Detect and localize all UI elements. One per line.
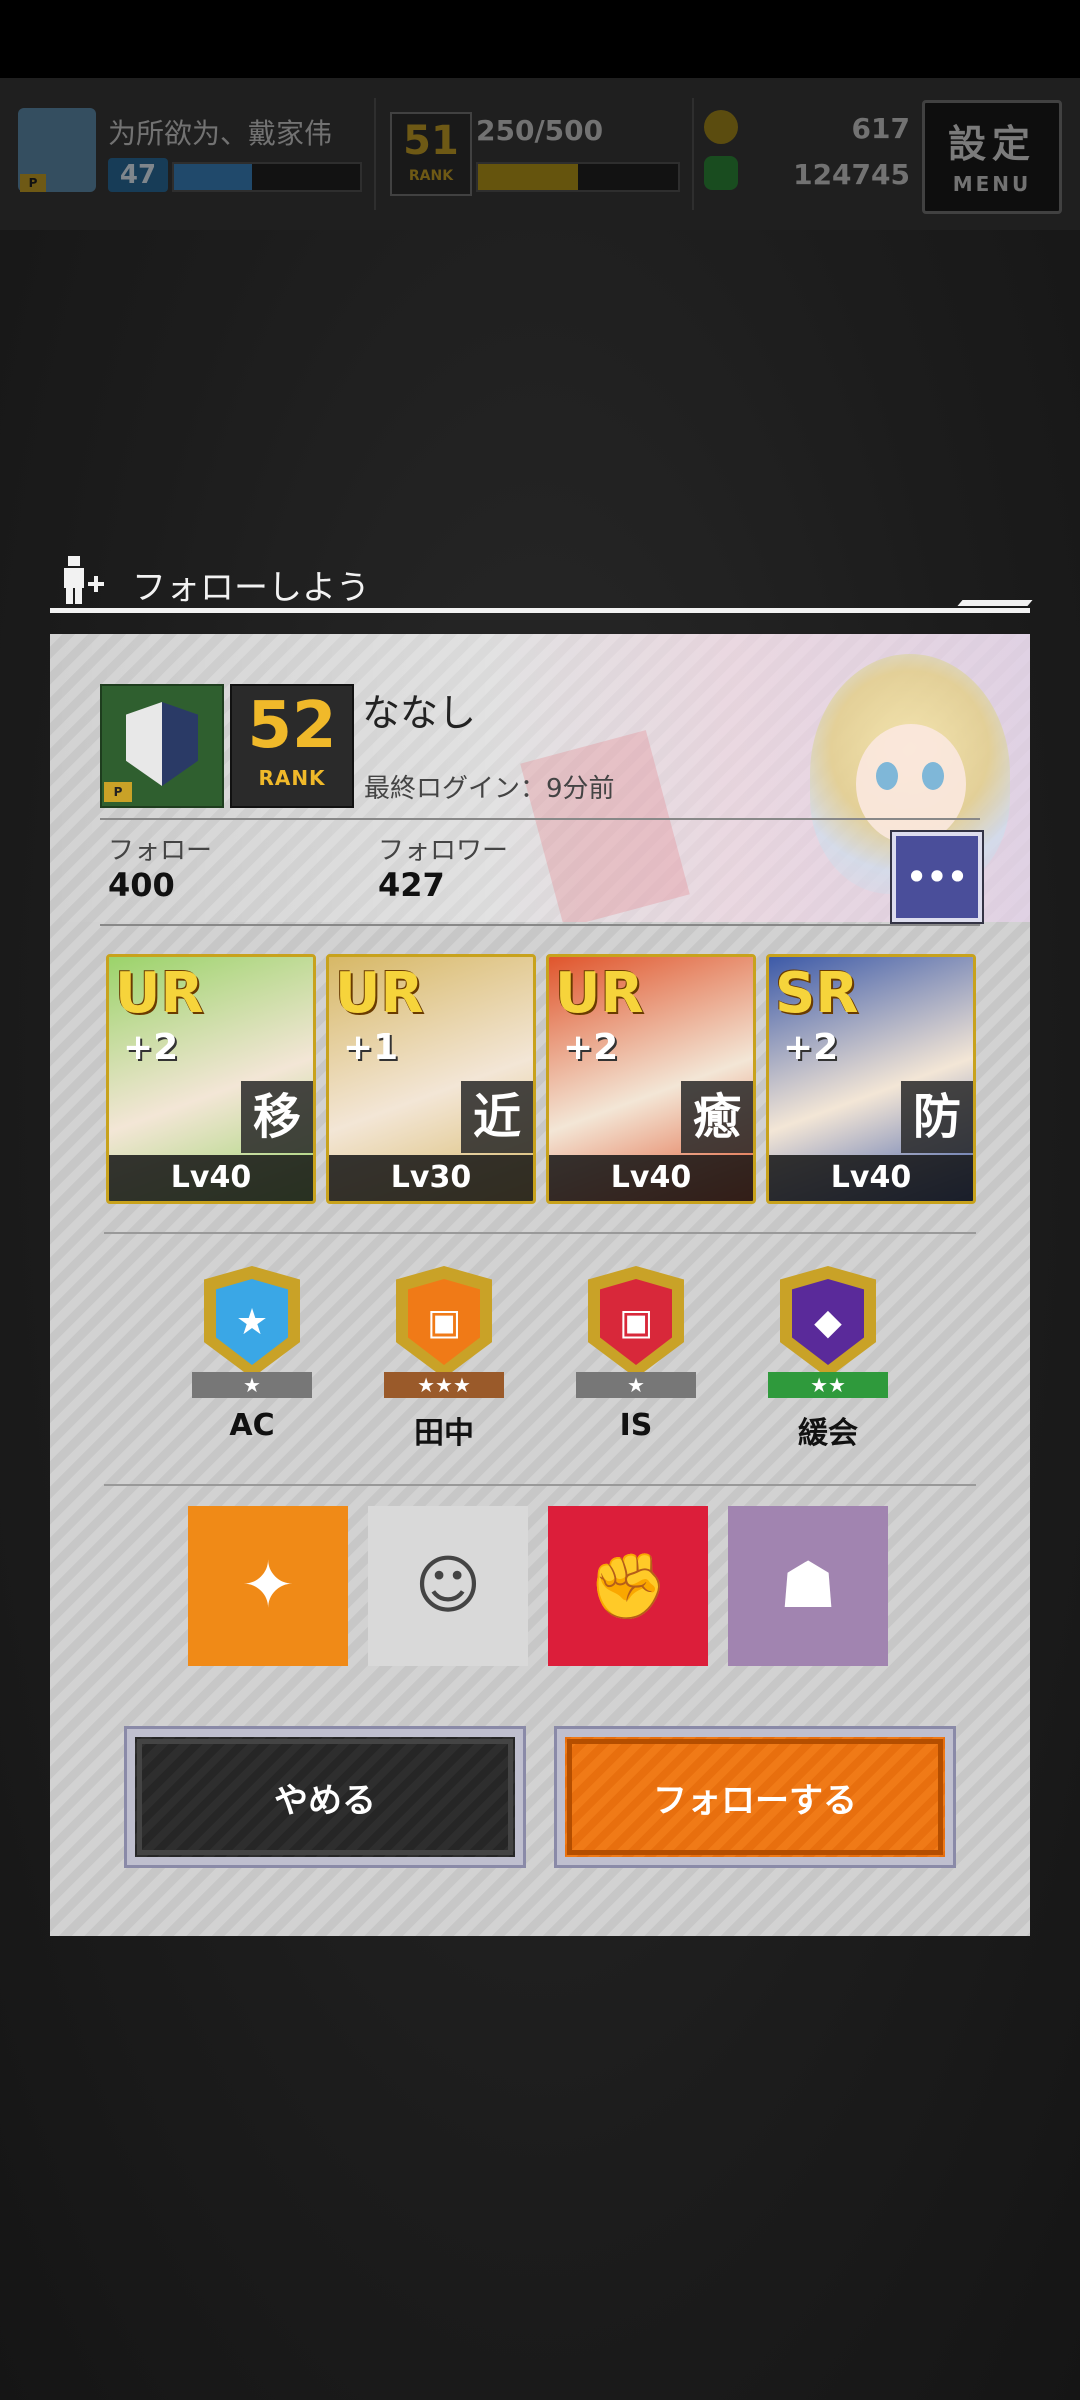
badge-shield-inner: ▣	[600, 1279, 672, 1365]
card-deck: UR +2 移 Lv40 UR +1 近 Lv30 UR +2 癒 Lv40 S…	[106, 954, 976, 1204]
skill-glyph: ☺	[414, 1549, 482, 1623]
card-rarity: SR	[775, 961, 859, 1026]
badge-shield-icon: ▣	[588, 1266, 684, 1378]
fist-icon[interactable]: ✊	[548, 1506, 708, 1666]
badge-stars: ★	[192, 1372, 312, 1398]
card-level: Lv40	[769, 1155, 973, 1201]
badge-shield-inner: ★	[216, 1279, 288, 1365]
follow-user-icon	[64, 556, 104, 604]
top-header: P 为所欲为、戴家伟 47 51 RANK 250/500 617 124745…	[0, 78, 1080, 230]
character-icon[interactable]: ☺	[368, 1506, 528, 1666]
card-rarity: UR	[335, 961, 424, 1026]
card-rarity: UR	[555, 961, 644, 1026]
follow-button[interactable]: フォローする	[554, 1726, 956, 1868]
card-plus: +1	[343, 1027, 399, 1068]
card-plus: +2	[783, 1027, 839, 1068]
fox-mask-icon[interactable]: ☗	[728, 1506, 888, 1666]
badge-glyph: ◆	[814, 1301, 842, 1343]
wings-emblem-icon	[126, 702, 198, 786]
badge-label: 田中	[414, 1416, 474, 1451]
guild-emblem: P	[100, 684, 224, 808]
skill-glyph: ✦	[241, 1549, 295, 1623]
title-underline-accent	[957, 600, 1033, 606]
badge[interactable]: ★ ★ AC	[182, 1266, 322, 1466]
card-plus: +2	[563, 1027, 619, 1068]
background-card-art	[520, 730, 690, 922]
background-character-eye	[876, 762, 898, 790]
badge-label: IS	[619, 1408, 653, 1443]
card-level: Lv40	[109, 1155, 313, 1201]
dialog-title: フォローしよう	[132, 568, 370, 608]
card-plus: +2	[123, 1027, 179, 1068]
badge[interactable]: ▣ ★★★ 田中	[374, 1266, 514, 1466]
divider	[100, 924, 980, 926]
card-type: 近	[461, 1081, 533, 1153]
card-type: 癒	[681, 1081, 753, 1153]
more-icon: •••	[906, 858, 968, 896]
badge-stars: ★★	[768, 1372, 888, 1398]
rank-badge: 52 RANK	[230, 684, 354, 808]
divider	[104, 1232, 976, 1234]
divider	[104, 1484, 976, 1486]
follower-count: 427	[378, 866, 445, 904]
follower-label: フォロワー	[378, 836, 509, 866]
header-dim-overlay	[0, 78, 1080, 230]
badge-shield-icon: ▣	[396, 1266, 492, 1378]
deck-card[interactable]: UR +2 癒 Lv40	[546, 954, 756, 1204]
skill-glyph: ✊	[588, 1549, 668, 1624]
badge-glyph: ▣	[618, 1301, 653, 1343]
follow-count: 400	[108, 866, 175, 904]
badge-stars: ★★★	[384, 1372, 504, 1398]
divider	[100, 818, 980, 820]
card-level: Lv30	[329, 1155, 533, 1201]
badge-shield-inner: ◆	[792, 1279, 864, 1365]
deck-card[interactable]: UR +1 近 Lv30	[326, 954, 536, 1204]
last-login: 最終ログイン：9分前	[364, 774, 615, 804]
card-level: Lv40	[549, 1155, 753, 1201]
skill-glyph: ☗	[779, 1549, 837, 1623]
badge-shield-icon: ★	[204, 1266, 300, 1378]
card-type: 移	[241, 1081, 313, 1153]
rank-number: 52	[247, 689, 337, 763]
title-underline	[50, 608, 1030, 613]
deck-card[interactable]: SR +2 防 Lv40	[766, 954, 976, 1204]
card-type: 防	[901, 1081, 973, 1153]
badge-shield-icon: ◆	[780, 1266, 876, 1378]
cancel-button[interactable]: やめる	[124, 1726, 526, 1868]
badge-glyph: ▣	[426, 1301, 461, 1343]
badge-label: 緩会	[798, 1416, 858, 1451]
more-options-button[interactable]: •••	[892, 832, 982, 922]
badge-list: ★ ★ AC ▣ ★★★ 田中 ▣ ★ IS ◆ ★★ 緩会	[50, 1266, 1030, 1466]
profile-name: ななし	[362, 691, 477, 735]
card-rarity: UR	[115, 961, 204, 1026]
follow-label: フォロー	[108, 836, 213, 866]
status-bar	[0, 0, 1080, 78]
badge[interactable]: ◆ ★★ 緩会	[758, 1266, 898, 1466]
follow-dialog: P 52 RANK ななし 最終ログイン：9分前 フォロー 400 フォロワー …	[50, 634, 1030, 1936]
background-character-eye	[922, 762, 944, 790]
gun-icon[interactable]: ✦	[188, 1506, 348, 1666]
background-character-face	[856, 724, 966, 844]
follow-button-label: フォローする	[653, 1780, 857, 1821]
badge-shield-inner: ▣	[408, 1279, 480, 1365]
badge-label: AC	[229, 1408, 275, 1443]
deck-card[interactable]: UR +2 移 Lv40	[106, 954, 316, 1204]
skill-icon-list: ✦ ☺ ✊ ☗	[188, 1506, 908, 1666]
emblem-badge: P	[104, 782, 132, 802]
cancel-button-label: やめる	[274, 1780, 376, 1821]
badge-stars: ★	[576, 1372, 696, 1398]
badge-glyph: ★	[235, 1301, 269, 1343]
badge[interactable]: ▣ ★ IS	[566, 1266, 706, 1466]
rank-label: RANK	[258, 766, 326, 790]
